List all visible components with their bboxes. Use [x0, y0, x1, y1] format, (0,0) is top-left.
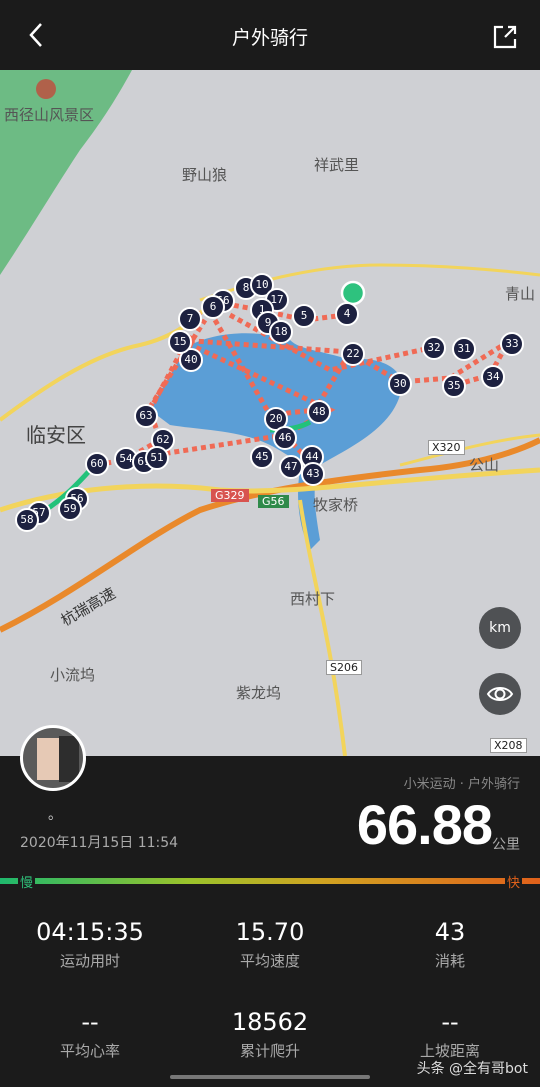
page-title: 户外骑行	[231, 27, 308, 49]
stat-value: --	[441, 1008, 459, 1036]
route-marker[interactable]: 63	[134, 404, 158, 428]
total-distance: 66.88	[356, 793, 493, 856]
stat-calories: 43 消耗	[360, 918, 540, 971]
stat-avg-heart-rate: -- 平均心率	[0, 1008, 180, 1061]
route-marker[interactable]: 18	[269, 320, 293, 344]
route-marker[interactable]: 31	[452, 337, 476, 361]
green-area	[0, 70, 132, 275]
home-indicator[interactable]	[170, 1075, 370, 1079]
route-marker[interactable]: 5	[292, 304, 316, 328]
stat-duration: 04:15:35 运动用时	[0, 918, 180, 971]
map-label: 青山	[505, 285, 536, 303]
route-marker[interactable]: 45	[250, 445, 274, 469]
route-marker[interactable]: 46	[273, 426, 297, 450]
map-label: 牧家桥	[313, 496, 359, 514]
map-label: 紫龙坞	[236, 684, 282, 702]
activity-source: 小米运动 · 户外骑行	[403, 777, 520, 792]
stat-total-climb: 18562 累计爬升	[180, 1008, 360, 1061]
map-label: 小流坞	[50, 666, 96, 684]
stat-label: 消耗	[434, 952, 465, 970]
route-marker[interactable]: 51	[145, 446, 169, 470]
start-point	[340, 280, 366, 306]
road-badge: X208	[490, 738, 527, 753]
share-icon[interactable]	[490, 22, 520, 52]
activity-date: 2020年11月15日 11:54	[20, 835, 179, 851]
map-label: 祥武里	[314, 156, 360, 174]
map-label: 西径山风景区	[4, 106, 95, 124]
km-toggle-button[interactable]: km	[479, 607, 521, 649]
stat-value: 43	[434, 918, 466, 946]
route-marker[interactable]: 30	[388, 372, 412, 396]
map-label: 公山	[469, 456, 500, 474]
road-badge: S206	[326, 660, 362, 675]
route-marker[interactable]: 43	[301, 462, 325, 486]
route-marker[interactable]: 59	[58, 497, 82, 521]
eye-icon[interactable]	[479, 673, 521, 715]
road-badge: G56	[258, 495, 289, 508]
stat-value: 18562	[231, 1008, 309, 1036]
road-badge: X320	[428, 440, 465, 455]
stat-value: --	[81, 1008, 99, 1036]
watermark: 头条 @全有哥bot	[416, 1061, 528, 1077]
stat-label: 平均速度	[239, 952, 300, 970]
user-name: 。	[48, 807, 62, 823]
avatar[interactable]	[20, 725, 86, 791]
slow-label: 慢	[18, 872, 36, 891]
route-marker[interactable]: 22	[341, 342, 365, 366]
stat-uphill-distance: -- 上坡距离	[360, 1008, 540, 1061]
route-marker[interactable]: 7	[178, 307, 202, 331]
top-bar: 户外骑行	[0, 0, 540, 70]
speed-gradient-bar	[0, 878, 540, 884]
distance-unit: 公里	[492, 837, 520, 853]
route-marker[interactable]: 6	[201, 295, 225, 319]
stat-label: 平均心率	[59, 1042, 120, 1060]
stat-value: 15.70	[235, 918, 305, 946]
fast-label: 快	[504, 872, 522, 891]
route-marker[interactable]: 48	[307, 400, 331, 424]
map-label: 临安区	[26, 423, 86, 447]
stat-value: 04:15:35	[36, 918, 144, 946]
route-marker[interactable]: 15	[168, 330, 192, 354]
stat-label: 累计爬升	[239, 1042, 300, 1060]
route-marker[interactable]: 60	[85, 452, 109, 476]
route-marker[interactable]: 34	[481, 365, 505, 389]
route-marker[interactable]: 35	[442, 374, 466, 398]
route-marker[interactable]: 58	[15, 508, 39, 532]
route-marker[interactable]: 32	[422, 336, 446, 360]
map-label: 西村下	[290, 590, 336, 608]
route-marker[interactable]: 4	[335, 302, 359, 326]
route-marker[interactable]: 33	[500, 332, 524, 356]
route-map[interactable]: 西径山风景区 野山狼 祥武里 青山 临安区 公山 牧家桥 西村下 杭瑞高速 小流…	[0, 70, 540, 756]
map-label: 野山狼	[182, 166, 228, 184]
scenic-poi-icon	[36, 79, 56, 99]
stat-avg-speed: 15.70 平均速度	[180, 918, 360, 971]
stat-label: 运动用时	[59, 952, 120, 970]
road-badge: G329	[211, 489, 249, 502]
